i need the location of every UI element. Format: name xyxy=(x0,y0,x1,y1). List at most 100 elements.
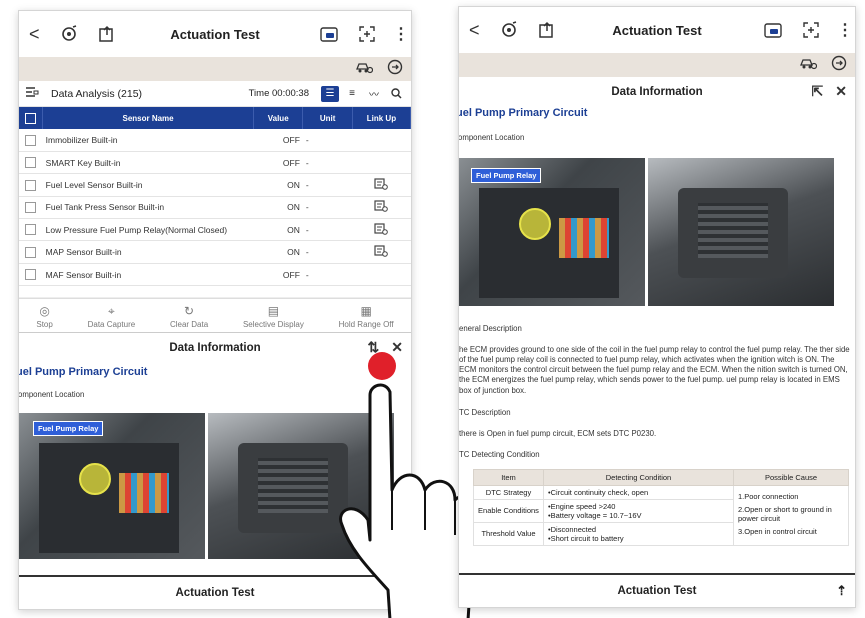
selective-display-button[interactable]: ▤ Selective Display xyxy=(243,304,304,329)
export-icon[interactable] xyxy=(95,23,119,45)
dtc-column-header: Item xyxy=(473,468,544,486)
top-app-bar: < Actuation Test ⋮ xyxy=(459,7,855,53)
sensor-table: Sensor Name Value Unit Link Up Immobiliz… xyxy=(19,107,411,287)
more-menu-button[interactable]: ⋮ xyxy=(393,24,409,44)
possible-causes: 1.Poor connection 2.Open or short to grou… xyxy=(733,484,849,546)
calendar-car-icon[interactable] xyxy=(761,19,785,41)
general-description-title: eneral Description xyxy=(459,324,522,333)
fuel-pump-relay-tag: Fuel Pump Relay xyxy=(471,168,542,183)
sensor-name: Fuel Tank Press Sensor Built-in xyxy=(42,196,254,220)
column-header[interactable]: Sensor Name xyxy=(42,107,254,129)
text-view-icon[interactable]: ≡ xyxy=(343,86,361,102)
touch-point-indicator xyxy=(368,352,396,380)
sensor-unit: - xyxy=(302,173,353,197)
table-row[interactable]: SMART Key Built-in OFF - xyxy=(19,151,411,175)
column-header[interactable]: Unit xyxy=(302,107,353,129)
more-menu-button[interactable]: ⋮ xyxy=(837,20,853,40)
capture-icon: ⌖ xyxy=(108,304,115,319)
row-checkbox[interactable] xyxy=(19,173,43,197)
dock-toggle-icon[interactable]: ⇱ xyxy=(812,83,824,100)
connection-icon[interactable] xyxy=(387,59,403,80)
hold-range-button[interactable]: ▦ Hold Range Off xyxy=(339,304,394,329)
link-up-cell[interactable] xyxy=(352,173,411,197)
sensor-name: Immobilizer Built-in xyxy=(42,129,254,152)
data-capture-button[interactable]: ⌖ Data Capture xyxy=(88,304,136,329)
clear-data-button[interactable]: ↻ Clear Data xyxy=(170,304,208,329)
link-up-cell[interactable] xyxy=(352,218,411,242)
link-up-icon xyxy=(374,245,389,257)
stop-label: Stop xyxy=(36,320,53,330)
link-up-icon xyxy=(374,223,389,235)
dtc-column-header: Possible Cause xyxy=(733,468,849,486)
car-settings-icon[interactable] xyxy=(355,60,374,79)
search-icon[interactable] xyxy=(387,86,405,102)
back-button[interactable]: < xyxy=(469,20,497,41)
export-icon[interactable] xyxy=(535,19,559,41)
bottom-title: Actuation Test xyxy=(175,587,255,599)
graph-view-icon[interactable]: 〰 xyxy=(365,86,383,102)
table-row[interactable]: MAF Sensor Built-in OFF - xyxy=(19,263,411,287)
sensor-value: ON xyxy=(253,173,303,197)
cause-item: 3.Open in control circuit xyxy=(738,526,817,536)
table-row[interactable]: Immobilizer Built-in OFF - xyxy=(19,129,411,152)
list-settings-icon[interactable] xyxy=(25,86,43,101)
vehicle-scan-icon[interactable] xyxy=(497,19,521,41)
row-checkbox[interactable] xyxy=(19,151,43,175)
dtc-item: DTC Strategy xyxy=(473,484,544,500)
bottom-toolbar: ◎ Stop ⌖ Data Capture ↻ Clear Data ▤ Sel… xyxy=(19,298,411,332)
dock-bottom-icon[interactable]: ⇡ xyxy=(836,583,847,599)
table-scroll-remainder xyxy=(19,286,411,299)
link-up-cell xyxy=(352,129,411,152)
data-info-title: Data Information xyxy=(611,86,703,98)
capture-icon[interactable] xyxy=(355,23,379,45)
clear-data-label: Clear Data xyxy=(169,320,209,330)
sensor-value: OFF xyxy=(253,129,303,152)
row-checkbox[interactable] xyxy=(19,263,43,287)
vehicle-scan-icon[interactable] xyxy=(57,23,81,45)
dtc-item: Enable Conditions xyxy=(473,498,544,523)
capture-icon[interactable] xyxy=(799,19,823,41)
row-checkbox[interactable] xyxy=(19,218,43,242)
row-checkbox[interactable] xyxy=(19,240,43,264)
select-all-checkbox[interactable] xyxy=(19,107,44,129)
sensor-value: ON xyxy=(253,196,303,220)
list-view-icon[interactable]: ☰ xyxy=(321,85,339,102)
back-button[interactable]: < xyxy=(29,24,57,45)
component-photos: Fuel Pump Relay xyxy=(459,158,855,306)
table-row[interactable]: Fuel Level Sensor Built-in ON - xyxy=(19,173,411,197)
lock-doc-icon: ▦ xyxy=(360,304,372,319)
row-checkbox[interactable] xyxy=(19,129,43,152)
dtc-table: Item Detecting Condition Possible Cause … xyxy=(473,468,849,546)
car-settings-icon[interactable] xyxy=(799,56,818,75)
sensor-value: OFF xyxy=(253,263,303,287)
relay-box-photo: Fuel Pump Relay xyxy=(19,413,205,560)
data-info-body: uel Pump Primary Circuit omponent Locati… xyxy=(459,107,855,546)
sensor-unit: - xyxy=(302,151,353,175)
close-icon[interactable]: ✕ xyxy=(835,83,847,100)
link-up-cell[interactable] xyxy=(352,240,411,264)
dtc-description-text: there is Open in fuel pump circuit, ECM … xyxy=(459,428,657,438)
component-location-label: omponent Location xyxy=(458,133,525,142)
column-header[interactable]: Value xyxy=(253,107,304,129)
sensor-unit: - xyxy=(302,240,353,264)
column-header[interactable]: Link Up xyxy=(352,107,411,129)
link-up-icon xyxy=(374,200,389,213)
connection-icon[interactable] xyxy=(831,55,847,76)
table-row[interactable]: Low Pressure Fuel Pump Relay(Normal Clos… xyxy=(19,218,411,242)
row-checkbox[interactable] xyxy=(19,196,43,220)
table-row[interactable]: MAP Sensor Built-in ON - xyxy=(19,240,411,264)
calendar-car-icon[interactable] xyxy=(317,23,341,45)
bottom-title: Actuation Test xyxy=(617,585,697,597)
stop-button[interactable]: ◎ Stop xyxy=(36,304,52,329)
table-row[interactable]: Fuel Tank Press Sensor Built-in ON - xyxy=(19,196,411,220)
general-description-text: he ECM provides ground to one side of th… xyxy=(459,345,850,395)
link-up-cell xyxy=(352,151,411,175)
stop-icon: ◎ xyxy=(39,304,50,319)
sensor-name: MAP Sensor Built-in xyxy=(42,240,254,264)
right-tablet-screen: < Actuation Test ⋮ Data Information ⇱ ✕ … xyxy=(458,6,856,608)
dtc-condition: •Engine speed >240 •Battery voltage = 10… xyxy=(543,498,734,523)
link-up-cell[interactable] xyxy=(352,196,411,220)
sensor-value: ON xyxy=(253,240,303,264)
dtc-condition: •Disconnected •Short circuit to battery xyxy=(543,521,734,546)
relay-box-photo: Fuel Pump Relay xyxy=(459,158,645,306)
